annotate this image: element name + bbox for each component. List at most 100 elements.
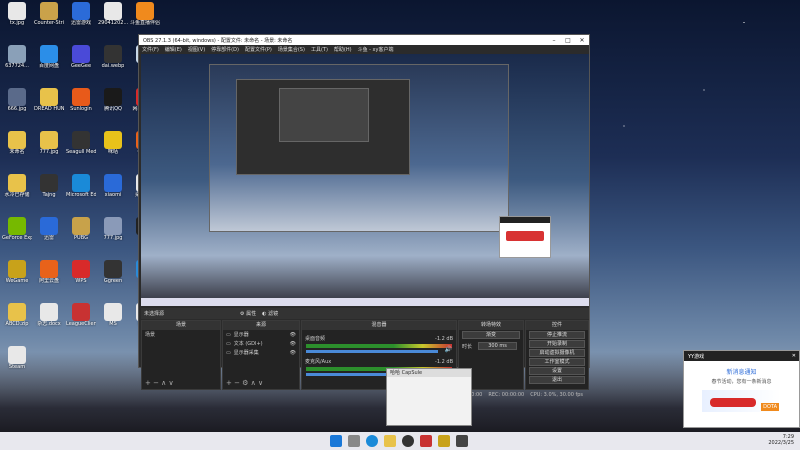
folder-icon[interactable] xyxy=(384,435,396,447)
visibility-icon[interactable]: 👁 xyxy=(290,341,296,347)
desktop-icon[interactable]: Seagull Media xyxy=(66,131,96,169)
desktop-icon[interactable]: GeeGee xyxy=(66,45,96,83)
desktop-icon[interactable]: 迅雷 xyxy=(34,217,64,255)
menu-item[interactable]: 工具(T) xyxy=(311,46,328,53)
minimize-icon[interactable]: – xyxy=(547,37,561,44)
app-icon xyxy=(8,88,26,106)
desktop-icon[interactable]: 777.jpg xyxy=(34,131,64,169)
menu-item[interactable]: 配置文件(P) xyxy=(245,46,272,53)
menu-item[interactable]: 编辑(E) xyxy=(165,46,182,53)
scenes-toolbar[interactable]: + − ∧ ∨ xyxy=(145,379,174,387)
desktop-icon[interactable]: LeagueClient xyxy=(66,303,96,341)
desktop-icon[interactable]: 637724... xyxy=(2,45,32,83)
desktop-icon-label: 637724... xyxy=(5,63,29,69)
start-icon[interactable] xyxy=(330,435,342,447)
maximize-icon[interactable]: □ xyxy=(561,37,575,44)
obs-icon[interactable] xyxy=(402,435,414,447)
desktop-icon[interactable]: dai.webp xyxy=(98,45,128,83)
desktop-icon[interactable]: 777.jpg xyxy=(98,217,128,255)
capsule-window: 哈哈 CapSule xyxy=(386,368,472,426)
desktop-icon-label: xiaomi xyxy=(104,192,122,198)
desktop-icon[interactable]: 666.jpg xyxy=(2,88,32,126)
control-button[interactable]: 停止推流 xyxy=(529,331,585,339)
desktop-icon[interactable]: Microsoft Edge xyxy=(66,174,96,212)
system-tray[interactable]: 7:29 2022/3/25 xyxy=(768,434,794,446)
desktop-icon[interactable]: Sunlogin xyxy=(66,88,96,126)
menu-item[interactable]: 帮助(H) xyxy=(334,46,352,53)
volume-meter xyxy=(306,344,452,348)
desktop-icon[interactable]: Steam xyxy=(2,346,32,384)
close-icon[interactable]: ✕ xyxy=(575,37,589,44)
source-item[interactable]: ▭ 文本 (GDI+) 👁 xyxy=(223,339,299,348)
desktop-icon[interactable]: 29041202... xyxy=(98,2,128,40)
desktop-icon[interactable]: Tajng xyxy=(34,174,64,212)
desktop-icon[interactable]: ABCD.zip xyxy=(2,303,32,341)
obs-preview[interactable] xyxy=(141,54,589,306)
visibility-icon[interactable]: 👁 xyxy=(290,332,296,338)
source-item[interactable]: ▭ 显示器采集 👁 xyxy=(223,348,299,357)
close-icon[interactable]: ✕ xyxy=(792,353,799,359)
control-button[interactable]: 开始录制 xyxy=(529,340,585,348)
yy-notification[interactable]: YY游戏 ✕ 新消息通知 春节活动，您有一条新消息 DOTA xyxy=(683,350,800,428)
desktop-icon[interactable]: 杂志.docx xyxy=(34,303,64,341)
sources-toolbar[interactable]: + − ⚙ ∧ ∨ xyxy=(226,379,263,387)
obs-window: OBS 27.1.3 (64-bit, windows) - 配置文件: 未命名… xyxy=(138,34,590,398)
controls-title: 控件 xyxy=(526,321,588,330)
control-button[interactable]: 工作室模式 xyxy=(529,358,585,366)
app-icon xyxy=(40,217,58,235)
source-item[interactable]: ▭ 显示器 👁 xyxy=(223,330,299,339)
desktop-icon[interactable]: 腾讯QQ xyxy=(98,88,128,126)
edge-icon[interactable] xyxy=(366,435,378,447)
scene-item[interactable]: 场景 xyxy=(142,330,220,339)
visibility-icon[interactable]: 👁 xyxy=(290,350,296,356)
wegame-icon[interactable] xyxy=(438,435,450,447)
menu-item[interactable]: 停靠部件(D) xyxy=(211,46,239,53)
desktop-icon[interactable]: 阿里云盘 xyxy=(34,260,64,298)
desktop-icon[interactable]: PUBG xyxy=(66,217,96,255)
track-db: -1.2 dB xyxy=(435,358,453,365)
desktop-icon[interactable]: WeGame xyxy=(2,260,32,298)
mixer-track: 桌面音频 -1.2 dB 🔊 xyxy=(302,334,456,353)
obs-titlebar[interactable]: OBS 27.1.3 (64-bit, windows) - 配置文件: 未命名… xyxy=(139,35,589,45)
volume-slider[interactable]: 🔊 xyxy=(306,346,452,353)
menu-item[interactable]: 文件(F) xyxy=(142,46,159,53)
duration-input[interactable]: 300 ms xyxy=(478,342,517,350)
desktop-icon[interactable]: WPS xyxy=(66,260,96,298)
app-icon xyxy=(40,174,58,192)
league-icon[interactable] xyxy=(420,435,432,447)
transition-select[interactable]: 渐变 xyxy=(462,331,520,339)
app-icon xyxy=(8,217,26,235)
control-button[interactable]: 设置 xyxy=(529,367,585,375)
desktop-icon[interactable]: Counter-Strike Global Off... xyxy=(34,2,64,40)
source-label: 显示器 xyxy=(233,332,249,338)
desktop-icon[interactable]: 水冷已存储 xyxy=(2,174,32,212)
desktop-icon[interactable]: MS xyxy=(98,303,128,341)
speaker-icon[interactable]: 🔊 xyxy=(445,346,452,353)
desktop-icon[interactable]: xiaomi xyxy=(98,174,128,212)
desktop-icon[interactable]: tx.jpg xyxy=(2,2,32,40)
desktop-icon[interactable]: 迅雷游戏 xyxy=(66,2,96,40)
menu-item[interactable]: 视图(V) xyxy=(188,46,205,53)
app-icon xyxy=(104,174,122,192)
capsule-title: 哈哈 CapSule xyxy=(387,369,471,377)
desktop-icon[interactable]: DREAD HUNGER xyxy=(34,88,64,126)
desktop-icon[interactable]: Ggreen xyxy=(98,260,128,298)
monitor-icon: ▭ xyxy=(226,331,231,338)
desktop-icon[interactable]: 未命名 xyxy=(2,131,32,169)
app-icon[interactable] xyxy=(456,435,468,447)
control-button[interactable]: 启动虚拟摄像机 xyxy=(529,349,585,357)
desktop-icon-label: tx.jpg xyxy=(9,20,25,26)
menu-item[interactable]: 场景集合(S) xyxy=(278,46,305,53)
desktop-icon[interactable]: 百度网盘 xyxy=(34,45,64,83)
notification-banner[interactable]: DOTA xyxy=(702,390,781,412)
desktop-icon[interactable]: 咪咕 xyxy=(98,131,128,169)
desktop-icon-label: WPS xyxy=(75,278,87,284)
source-label: 显示器采集 xyxy=(233,350,259,356)
filters-button[interactable]: ◐ 滤镜 xyxy=(262,310,278,317)
app-icon xyxy=(72,217,90,235)
properties-button[interactable]: ⚙ 属性 xyxy=(240,310,256,317)
search-icon[interactable] xyxy=(348,435,360,447)
control-button[interactable]: 退出 xyxy=(529,376,585,384)
desktop-icon[interactable]: GeForce Experience xyxy=(2,217,32,255)
menu-item[interactable]: 斗鱼 - xy客户端 xyxy=(358,46,394,53)
